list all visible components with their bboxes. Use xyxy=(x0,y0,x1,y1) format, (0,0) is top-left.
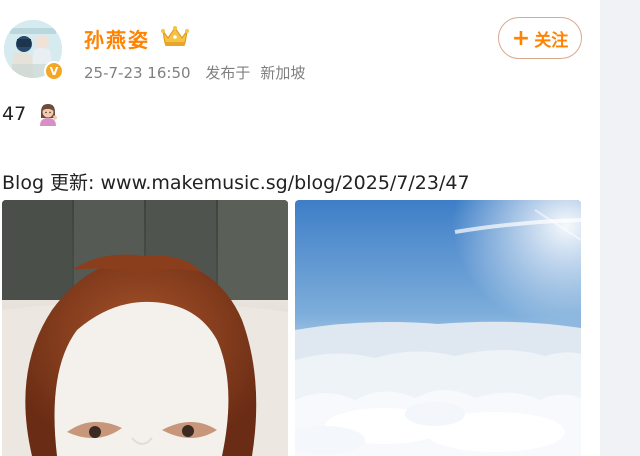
weibo-post: V 孙燕姿 25-7-23 16:50 发布于 新加坡 + 关注 47 Blog … xyxy=(0,0,640,456)
post-location: 新加坡 xyxy=(260,64,306,82)
post-meta: 25-7-23 16:50 发布于 新加坡 xyxy=(84,62,315,83)
verified-badge-icon: V xyxy=(44,61,64,81)
right-panel-background xyxy=(600,0,640,456)
post-blog-line: Blog 更新: www.makemusic.sg/blog/2025/7/23… xyxy=(2,168,470,195)
follow-label: 关注 xyxy=(534,30,569,51)
blog-prefix: Blog 更新: xyxy=(2,172,101,194)
post-date: 25-7-23 16:50 xyxy=(84,64,191,82)
published-prefix: 发布于 xyxy=(205,64,251,82)
post-text: 47 xyxy=(2,103,27,125)
username[interactable]: 孙燕姿 xyxy=(84,24,150,53)
sky-above-clouds-photo[interactable] xyxy=(295,200,581,456)
post-text-line: 47 xyxy=(2,102,60,126)
blog-link[interactable]: www.makemusic.sg/blog/2025/7/23/47 xyxy=(100,172,469,194)
plus-icon: + xyxy=(511,25,531,51)
follow-button[interactable]: + 关注 xyxy=(498,17,582,59)
woman-tipping-hand-emoji-icon xyxy=(40,104,58,126)
crown-icon xyxy=(161,26,189,46)
selfie-face-mask-photo[interactable] xyxy=(2,200,288,456)
